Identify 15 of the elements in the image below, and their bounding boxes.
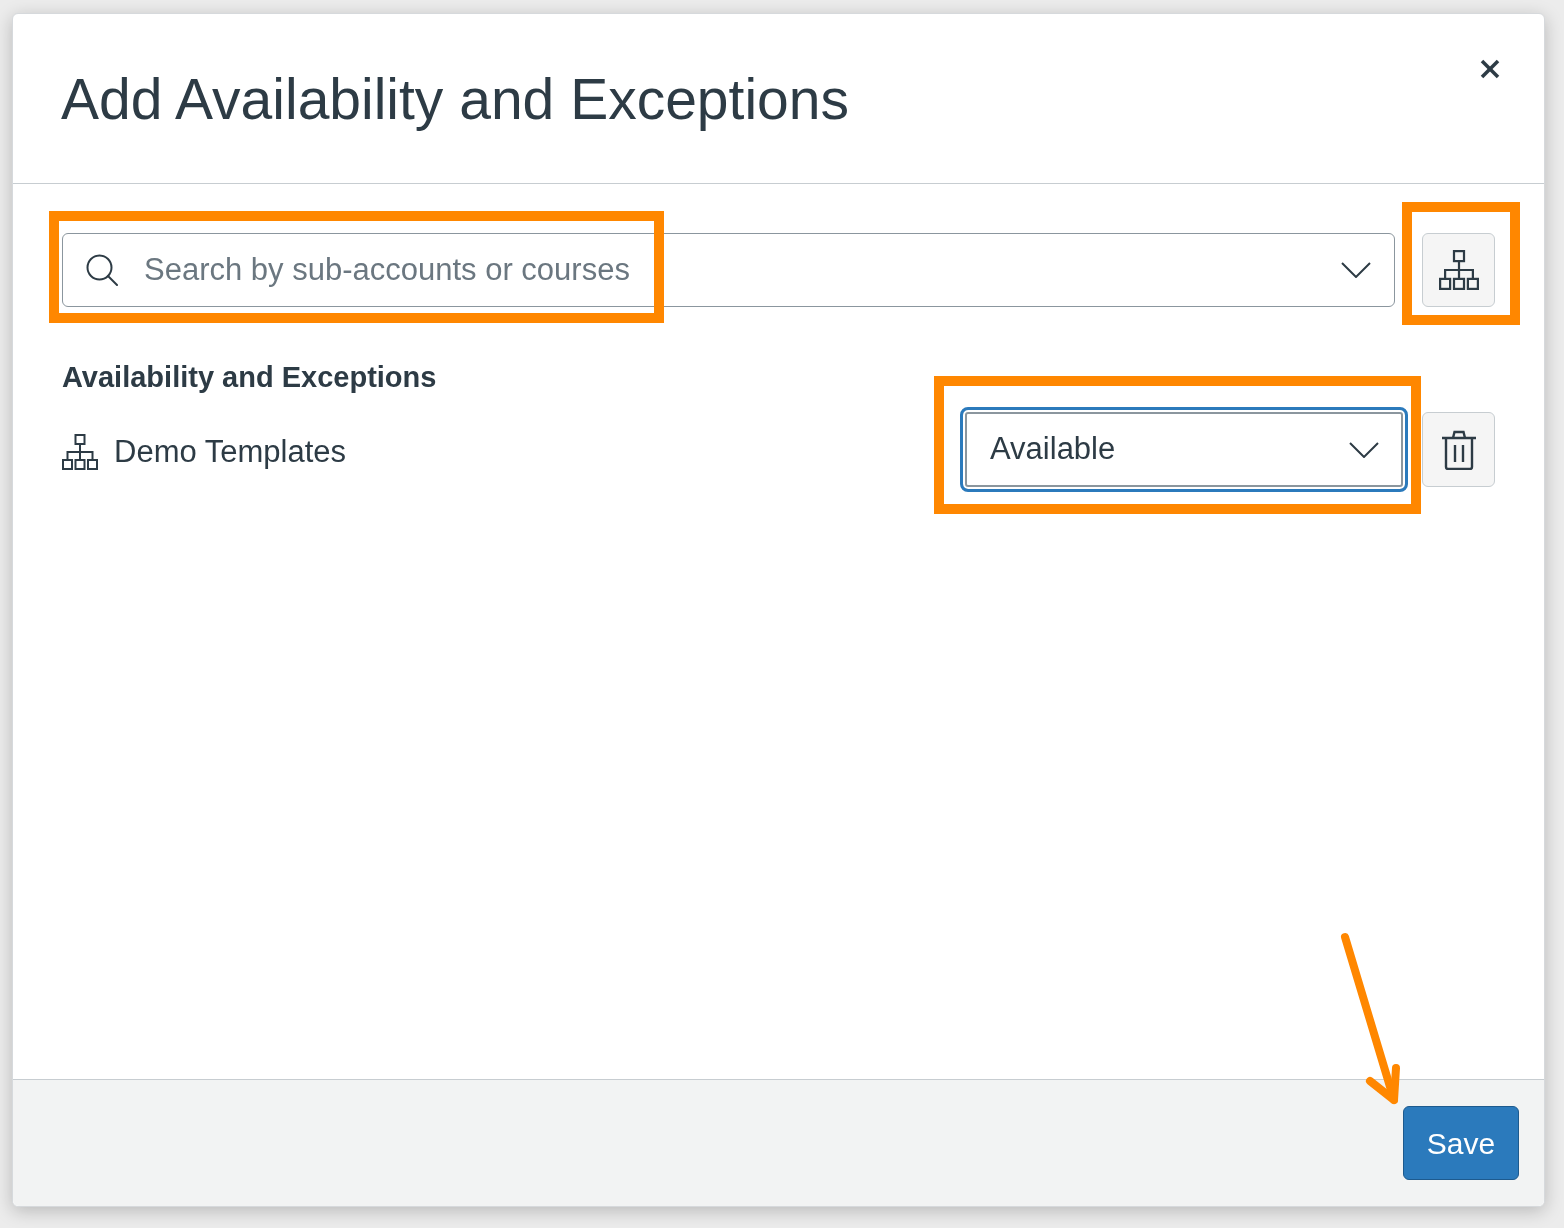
search-field[interactable]: Search by sub-accounts or courses <box>62 233 1395 307</box>
search-icon <box>86 254 118 286</box>
delete-button[interactable] <box>1422 412 1495 487</box>
dialog-title: Add Availability and Exceptions <box>61 65 849 132</box>
save-button[interactable]: Save <box>1403 1106 1519 1180</box>
hierarchy-button[interactable] <box>1422 233 1495 307</box>
account-name: Demo Templates <box>114 432 347 471</box>
status-select[interactable]: Available <box>960 407 1408 492</box>
chevron-down-icon <box>1341 262 1371 278</box>
section-heading: Availability and Exceptions <box>62 360 437 395</box>
trash-icon <box>1440 429 1477 470</box>
hierarchy-icon <box>1438 250 1479 290</box>
chevron-down-icon <box>1349 441 1379 458</box>
hierarchy-icon <box>62 433 98 470</box>
close-icon <box>1480 59 1500 79</box>
